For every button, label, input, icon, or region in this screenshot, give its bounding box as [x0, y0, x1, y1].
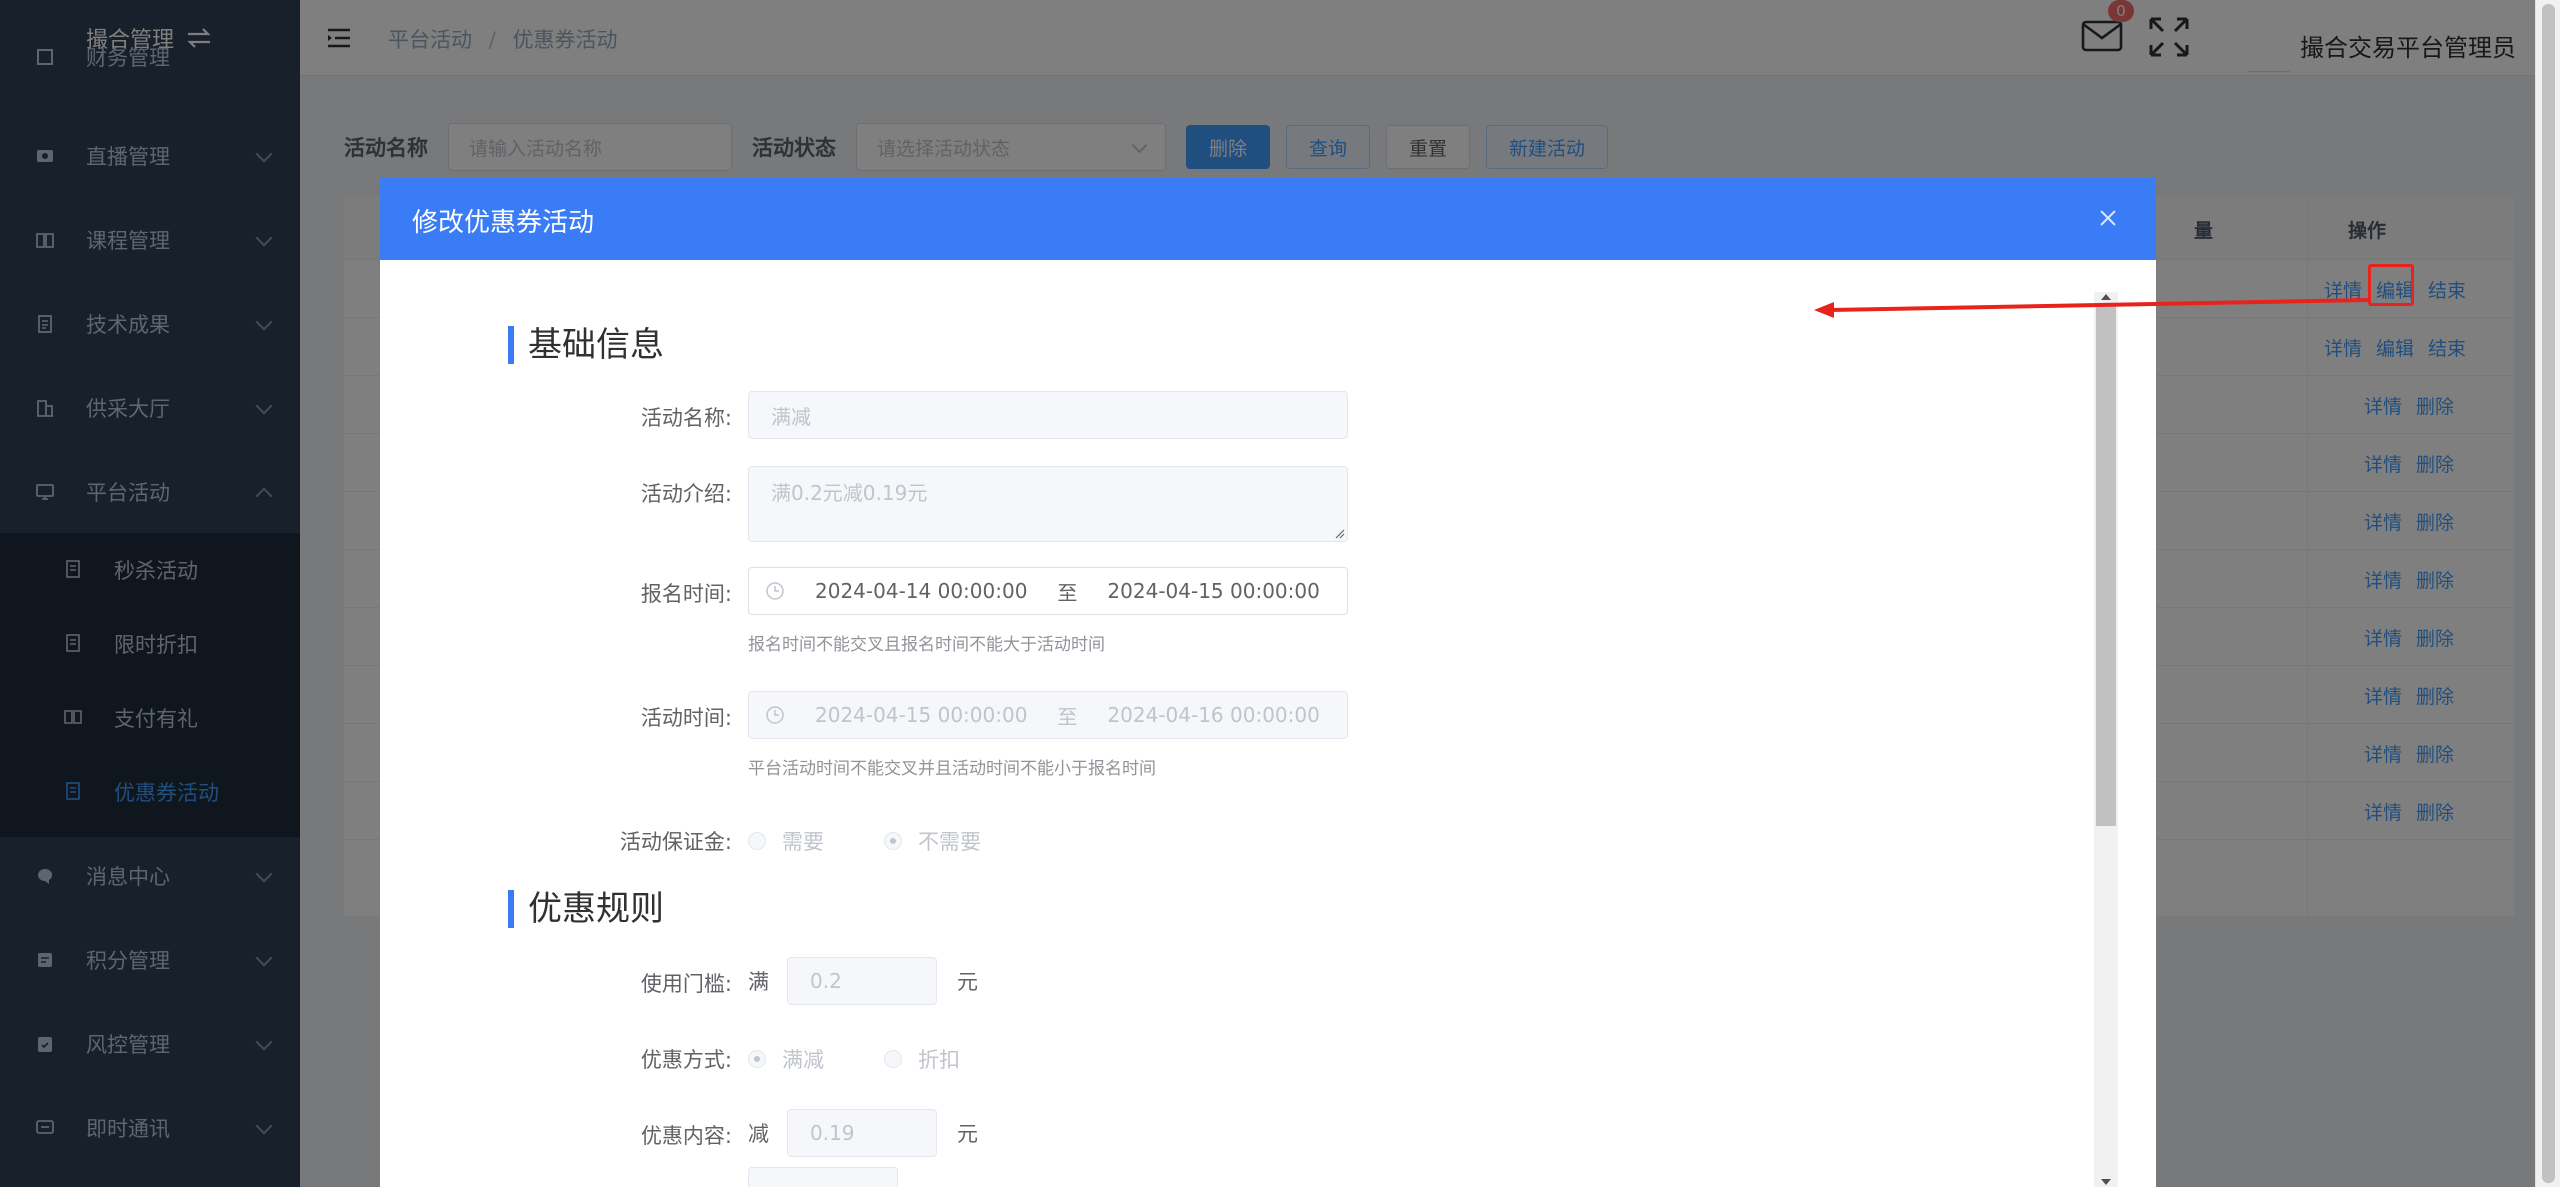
- signup-start-value[interactable]: 2024-04-14 00:00:00: [815, 579, 1027, 603]
- activity-name-label: 活动名称:: [640, 406, 732, 430]
- range-separator: 至: [1057, 704, 1078, 729]
- activity-name-value: 满减: [771, 404, 811, 429]
- threshold-input: 0.2: [787, 957, 937, 1005]
- deposit-radio-group: 需要 不需要: [748, 826, 1041, 856]
- edit-coupon-dialog: 修改优惠券活动 基础信息 活动名称: 满减 活动介绍: 满0.2元减0.19元 …: [380, 178, 2156, 1187]
- discount-method-radio-group: 满减 折扣: [748, 1044, 1020, 1074]
- activity-name-field: 满减: [748, 391, 1348, 439]
- threshold-prefix: 满: [748, 970, 769, 994]
- section-title-discount-rules: 优惠规则: [508, 890, 664, 928]
- activity-time-label: 活动时间:: [640, 706, 732, 730]
- signup-time-label: 报名时间:: [640, 582, 732, 606]
- deposit-option-need: 需要: [782, 830, 824, 854]
- dialog-scrollbar[interactable]: [2094, 292, 2118, 1187]
- deposit-label: 活动保证金:: [619, 830, 732, 854]
- dialog-body: 基础信息 活动名称: 满减 活动介绍: 满0.2元减0.19元 报名时间: 20…: [380, 260, 2156, 1187]
- deposit-radio-need: [748, 832, 766, 850]
- section-title-basic-info: 基础信息: [508, 326, 664, 364]
- deposit-option-not-need: 不需要: [918, 830, 981, 854]
- partial-field: [748, 1167, 898, 1187]
- method-radio-discount: [884, 1050, 902, 1068]
- activity-intro-textarea: 满0.2元减0.19元: [748, 466, 1348, 542]
- signup-time-range-picker[interactable]: 2024-04-14 00:00:00 至 2024-04-15 00:00:0…: [748, 567, 1348, 615]
- threshold-label: 使用门槛:: [640, 972, 732, 996]
- dialog-header: 修改优惠券活动: [380, 178, 2156, 260]
- page-scrollbar[interactable]: [2535, 0, 2560, 1187]
- activity-start-value: 2024-04-15 00:00:00: [815, 703, 1028, 727]
- deposit-radio-not-need: [884, 832, 902, 850]
- scroll-up-icon[interactable]: [2101, 294, 2111, 300]
- signup-end-value[interactable]: 2024-04-15 00:00:00: [1107, 579, 1319, 603]
- discount-content-label: 优惠内容:: [640, 1124, 732, 1148]
- discount-content-value: 0.19: [810, 1121, 855, 1145]
- clock-icon: [766, 582, 784, 600]
- range-separator: 至: [1057, 580, 1078, 605]
- activity-intro-value: 满0.2元减0.19元: [771, 481, 928, 505]
- activity-time-range-picker: 2024-04-15 00:00:00 至 2024-04-16 00:00:0…: [748, 691, 1348, 739]
- method-option-full-reduction: 满减: [782, 1048, 824, 1072]
- page-scrollbar-thumb[interactable]: [2542, 4, 2555, 1183]
- close-icon[interactable]: [2098, 208, 2118, 228]
- signup-time-hint: 报名时间不能交叉且报名时间不能大于活动时间: [748, 635, 1105, 655]
- threshold-unit: 元: [957, 970, 978, 994]
- activity-end-value: 2024-04-16 00:00:00: [1107, 703, 1320, 727]
- activity-time-hint: 平台活动时间不能交叉并且活动时间不能小于报名时间: [748, 759, 1156, 779]
- dialog-scrollbar-thumb[interactable]: [2096, 306, 2116, 826]
- method-radio-full-reduction: [748, 1050, 766, 1068]
- discount-content-row: 减 0.19 元: [748, 1109, 978, 1157]
- clock-icon: [766, 706, 784, 724]
- discount-method-label: 优惠方式:: [640, 1048, 732, 1072]
- resize-grip-icon: [1335, 529, 1345, 539]
- scroll-down-icon[interactable]: [2101, 1179, 2111, 1185]
- dialog-title: 修改优惠券活动: [412, 208, 595, 238]
- method-option-discount: 折扣: [918, 1048, 960, 1072]
- discount-content-unit: 元: [957, 1122, 978, 1146]
- threshold-value: 0.2: [810, 969, 842, 993]
- discount-content-prefix: 减: [748, 1122, 769, 1146]
- activity-intro-label: 活动介绍:: [640, 482, 732, 506]
- discount-content-input: 0.19: [787, 1109, 937, 1157]
- annotation-highlight-box: [2368, 264, 2414, 306]
- threshold-row: 满 0.2 元: [748, 957, 978, 1005]
